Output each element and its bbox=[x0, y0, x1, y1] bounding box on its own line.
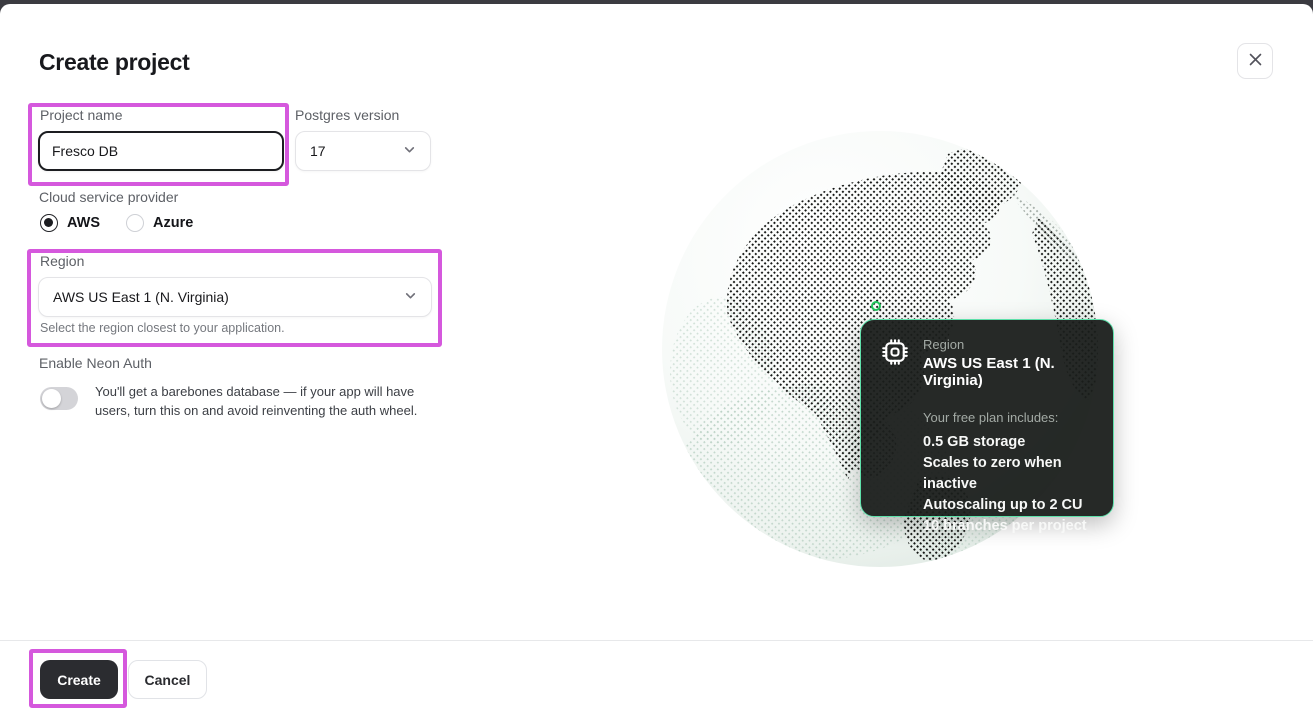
plan-feature-branches: 10 branches per project bbox=[923, 516, 1094, 537]
tooltip-plan-features: 0.5 GB storage Scales to zero when inact… bbox=[923, 432, 1094, 537]
plan-feature-storage: 0.5 GB storage bbox=[923, 432, 1094, 453]
chip-icon bbox=[880, 337, 910, 372]
create-button[interactable]: Create bbox=[40, 660, 118, 699]
radio-azure[interactable]: Azure bbox=[126, 214, 193, 232]
neon-auth-description: You'll get a barebones database — if you… bbox=[95, 382, 447, 420]
radio-azure-label: Azure bbox=[153, 215, 193, 231]
dialog-footer: Create Cancel bbox=[0, 640, 1313, 718]
chevron-down-icon bbox=[404, 289, 417, 305]
page-title: Create project bbox=[39, 49, 189, 76]
postgres-version-select[interactable]: 17 bbox=[295, 131, 431, 171]
radio-aws-dot bbox=[40, 214, 58, 232]
region-label: Region bbox=[40, 253, 84, 269]
region-tooltip-card: Region AWS US East 1 (N. Virginia) Your … bbox=[860, 319, 1114, 517]
chevron-down-icon bbox=[403, 143, 416, 159]
cloud-provider-radio-group: AWS Azure bbox=[40, 214, 193, 232]
project-name-label: Project name bbox=[40, 107, 122, 123]
postgres-version-label: Postgres version bbox=[295, 107, 399, 123]
radio-aws-label: AWS bbox=[67, 215, 100, 231]
cancel-button[interactable]: Cancel bbox=[128, 660, 207, 699]
create-project-dialog: Region AWS US East 1 (N. Virginia) Your … bbox=[0, 4, 1313, 714]
tooltip-region-value: AWS US East 1 (N. Virginia) bbox=[923, 355, 1094, 389]
tooltip-region-label: Region bbox=[923, 337, 1094, 352]
tooltip-plan-heading: Your free plan includes: bbox=[923, 410, 1094, 425]
radio-aws[interactable]: AWS bbox=[40, 214, 100, 232]
plan-feature-scale-to-zero: Scales to zero when inactive bbox=[923, 453, 1094, 495]
plan-feature-autoscaling: Autoscaling up to 2 CU bbox=[923, 495, 1094, 516]
region-helper-text: Select the region closest to your applic… bbox=[40, 321, 285, 335]
close-icon bbox=[1248, 52, 1263, 70]
close-button[interactable] bbox=[1237, 43, 1273, 79]
neon-auth-label: Enable Neon Auth bbox=[39, 355, 152, 371]
radio-azure-dot bbox=[126, 214, 144, 232]
region-select[interactable]: AWS US East 1 (N. Virginia) bbox=[38, 277, 432, 317]
project-name-input[interactable] bbox=[38, 131, 284, 171]
neon-auth-toggle[interactable] bbox=[40, 387, 78, 410]
postgres-version-value: 17 bbox=[310, 143, 403, 159]
cloud-provider-label: Cloud service provider bbox=[39, 189, 178, 205]
region-value: AWS US East 1 (N. Virginia) bbox=[53, 289, 404, 305]
toggle-knob bbox=[42, 389, 61, 408]
